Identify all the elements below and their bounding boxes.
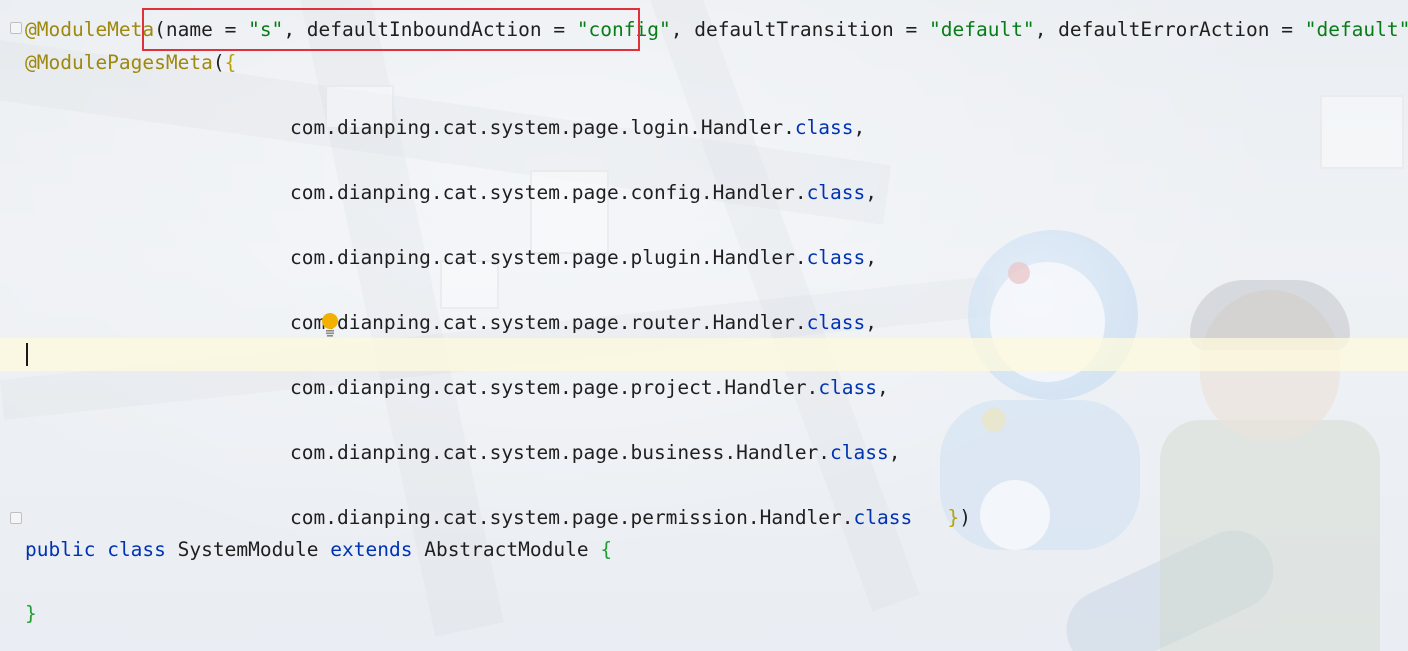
code-token: com.dianping.cat.system.page.permission.… — [290, 506, 854, 529]
text-caret — [26, 343, 28, 366]
code-line-handler-business[interactable]: com.dianping.cat.system.page.business.Ha… — [290, 440, 901, 466]
code-token: SystemModule — [165, 538, 331, 561]
code-token: , — [865, 246, 878, 269]
code-token: } — [947, 506, 960, 529]
code-token: , — [865, 181, 878, 204]
code-token: class — [806, 246, 866, 269]
code-token: class — [794, 116, 854, 139]
code-token: com.dianping.cat.system.page.config.Hand… — [290, 181, 807, 204]
code-token: class — [806, 181, 866, 204]
code-token: } — [25, 602, 37, 625]
code-token: { — [600, 538, 613, 561]
code-token: "default" — [1304, 18, 1408, 41]
fold-icon[interactable] — [10, 22, 22, 34]
code-line-class-decl[interactable]: public class SystemModule extends Abstra… — [25, 537, 612, 563]
code-line-handler-config[interactable]: com.dianping.cat.system.page.config.Hand… — [290, 180, 877, 206]
code-line-handler-permission[interactable]: com.dianping.cat.system.page.permission.… — [290, 505, 971, 531]
code-line-handler-plugin[interactable]: com.dianping.cat.system.page.plugin.Hand… — [290, 245, 877, 271]
code-token: AbstractModule — [412, 538, 601, 561]
code-token: class — [806, 311, 866, 334]
code-token: com.dianping.cat.system.page.login.Handl… — [290, 116, 795, 139]
code-token: , defaultErrorAction = — [1034, 18, 1305, 41]
code-token: com.dianping.cat.system.page.plugin.Hand… — [290, 246, 807, 269]
code-token: class — [853, 506, 913, 529]
code-line-handler-router[interactable]: com.dianping.cat.system.page.router.Hand… — [290, 310, 877, 336]
fold-icon[interactable] — [10, 512, 22, 524]
code-token: "default" — [929, 18, 1035, 41]
code-token: , — [888, 441, 901, 464]
code-token: class — [107, 538, 166, 561]
code-line-class-close[interactable]: } — [25, 601, 37, 627]
code-token: com.dianping.cat.system.page.project.Han… — [290, 376, 819, 399]
code-token: @ModulePagesMeta — [25, 51, 213, 74]
code-token: @ModuleMeta — [25, 18, 155, 41]
code-token: { — [224, 51, 237, 74]
code-line-handler-login[interactable]: com.dianping.cat.system.page.login.Handl… — [290, 115, 865, 141]
code-token: , — [853, 116, 866, 139]
annotation-highlight-box — [142, 8, 640, 51]
code-token: ( — [212, 51, 225, 74]
code-token: class — [818, 376, 878, 399]
lightbulb-icon[interactable] — [321, 313, 339, 337]
code-token: , — [865, 311, 878, 334]
code-editor[interactable]: @ModuleMeta(name = "s", defaultInboundAc… — [0, 0, 1408, 651]
code-token: extends — [330, 538, 413, 561]
code-token: , — [877, 376, 889, 399]
code-token: public — [25, 538, 96, 561]
code-token: class — [830, 441, 889, 464]
code-token: , defaultTransition = — [670, 18, 930, 41]
code-line-module-pages-meta[interactable]: @ModulePagesMeta({ — [25, 50, 236, 76]
code-token: ) — [959, 506, 971, 529]
code-line-handler-project[interactable]: com.dianping.cat.system.page.project.Han… — [290, 375, 889, 401]
current-line-highlight — [0, 338, 1408, 371]
code-token: com.dianping.cat.system.page.router.Hand… — [290, 311, 807, 334]
code-token: com.dianping.cat.system.page.business.Ha… — [290, 441, 831, 464]
